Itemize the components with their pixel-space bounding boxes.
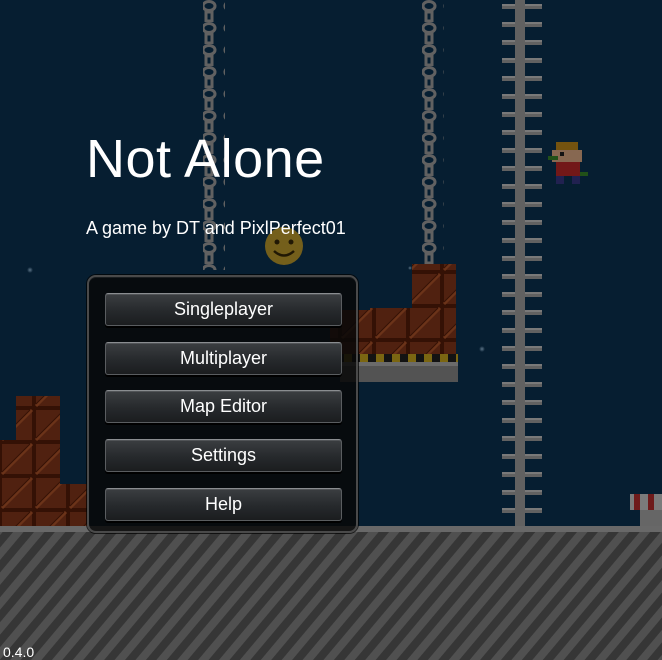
settings-button[interactable]: Settings bbox=[105, 439, 342, 472]
version-label: 0.4.0 bbox=[3, 644, 35, 660]
game-screen: Not Alone A game by DT and PixlPerfect01… bbox=[0, 0, 662, 660]
map-editor-button[interactable]: Map Editor bbox=[105, 390, 342, 423]
main-menu-panel: Singleplayer Multiplayer Map Editor Sett… bbox=[87, 275, 358, 533]
multiplayer-button[interactable]: Multiplayer bbox=[105, 342, 342, 375]
help-button[interactable]: Help bbox=[105, 488, 342, 521]
singleplayer-button[interactable]: Singleplayer bbox=[105, 293, 342, 326]
game-title: Not Alone bbox=[86, 129, 325, 189]
game-subtitle: A game by DT and PixlPerfect01 bbox=[86, 218, 346, 238]
